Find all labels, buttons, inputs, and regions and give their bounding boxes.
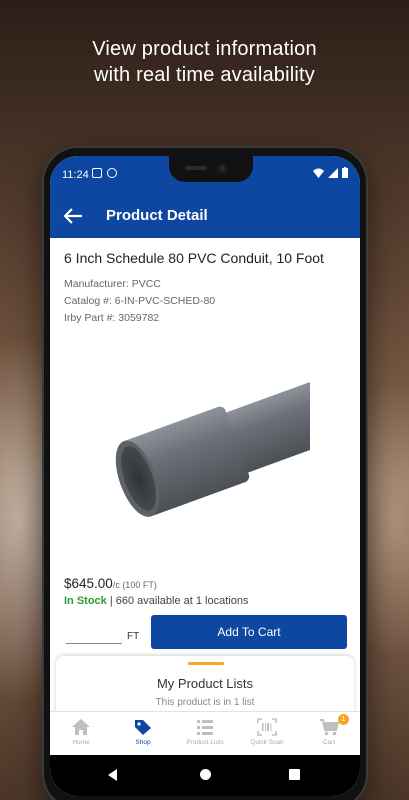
battery-icon [342,167,348,178]
bottom-nav: Home Shop Product Lists Quick Scan Cart … [50,711,360,755]
product-image [98,330,310,560]
promo-line-2: with real time availability [93,64,316,86]
cart-count-badge: 1 [338,714,349,725]
product-price: $645.00/c (100 FT) [64,576,157,591]
system-home-icon[interactable] [200,769,211,780]
stock-status: In Stock [64,595,107,607]
phone-frame: 11:24 Product Detail 6 Inch Schedule 80 … [44,148,366,800]
arrow-left-icon[interactable] [62,206,84,226]
wifi-icon [313,168,324,178]
availability-text: | 660 available at 1 locations [109,595,249,607]
promo-headline: View product information with real time … [0,36,409,88]
nav-item-home[interactable]: Home [50,712,112,755]
home-icon [72,719,90,735]
quantity-input[interactable] [66,626,122,644]
signal-icon [328,167,338,178]
sheet-title: My Product Lists [156,676,254,691]
page-title: Product Detail [106,207,208,224]
product-catalog-number: Catalog #: 6-IN-PVC-SCHED-80 [64,295,216,307]
list-icon [197,720,213,735]
price-unit: /c (100 FT) [112,580,157,590]
nav-label-cart: Cart [322,739,336,746]
front-camera [217,163,228,174]
system-recents-icon[interactable] [289,769,300,780]
add-to-cart-button[interactable]: Add To Cart [151,615,347,649]
system-nav-bar [50,755,360,796]
camera-notch [169,156,253,182]
status-icons-left [92,168,117,178]
nav-label-shop: Shop [135,739,151,746]
phone-screen: 11:24 Product Detail 6 Inch Schedule 80 … [50,156,360,796]
system-back-icon[interactable] [108,769,117,781]
sheet-subtitle: This product is in 1 list [155,697,255,708]
sheet-drag-handle[interactable] [188,662,224,665]
promo-line-1: View product information [92,38,317,60]
tag-icon [135,720,151,735]
product-part-number: Irby Part #: 3059782 [64,312,160,324]
speaker-grille [185,166,207,170]
barcode-icon [257,718,277,736]
app-bar: Product Detail [50,194,360,238]
nav-label-quick-scan: Quick Scan [250,739,284,746]
nav-item-cart[interactable]: Cart 1 [298,712,360,755]
product-title: 6 Inch Schedule 80 PVC Conduit, 10 Foot [64,250,324,266]
status-icons-right [313,167,348,178]
nav-item-product-lists[interactable]: Product Lists [174,712,236,755]
quantity-unit: FT [127,631,140,642]
nav-label-home: Home [72,739,90,746]
nav-label-product-lists: Product Lists [186,739,224,746]
cart-icon [320,719,339,736]
price-value: $645.00 [64,576,113,591]
stock-info: In Stock | 660 available at 1 locations [64,595,248,607]
nav-item-shop[interactable]: Shop [112,712,174,755]
product-manufacturer: Manufacturer: PVCC [64,278,161,290]
nav-item-quick-scan[interactable]: Quick Scan [236,712,298,755]
status-time: 11:24 [62,169,89,181]
sync-icon [107,168,117,178]
status-bar: 11:24 [50,156,360,194]
product-detail: 6 Inch Schedule 80 PVC Conduit, 10 Foot … [50,238,360,718]
sim-icon [92,168,102,178]
